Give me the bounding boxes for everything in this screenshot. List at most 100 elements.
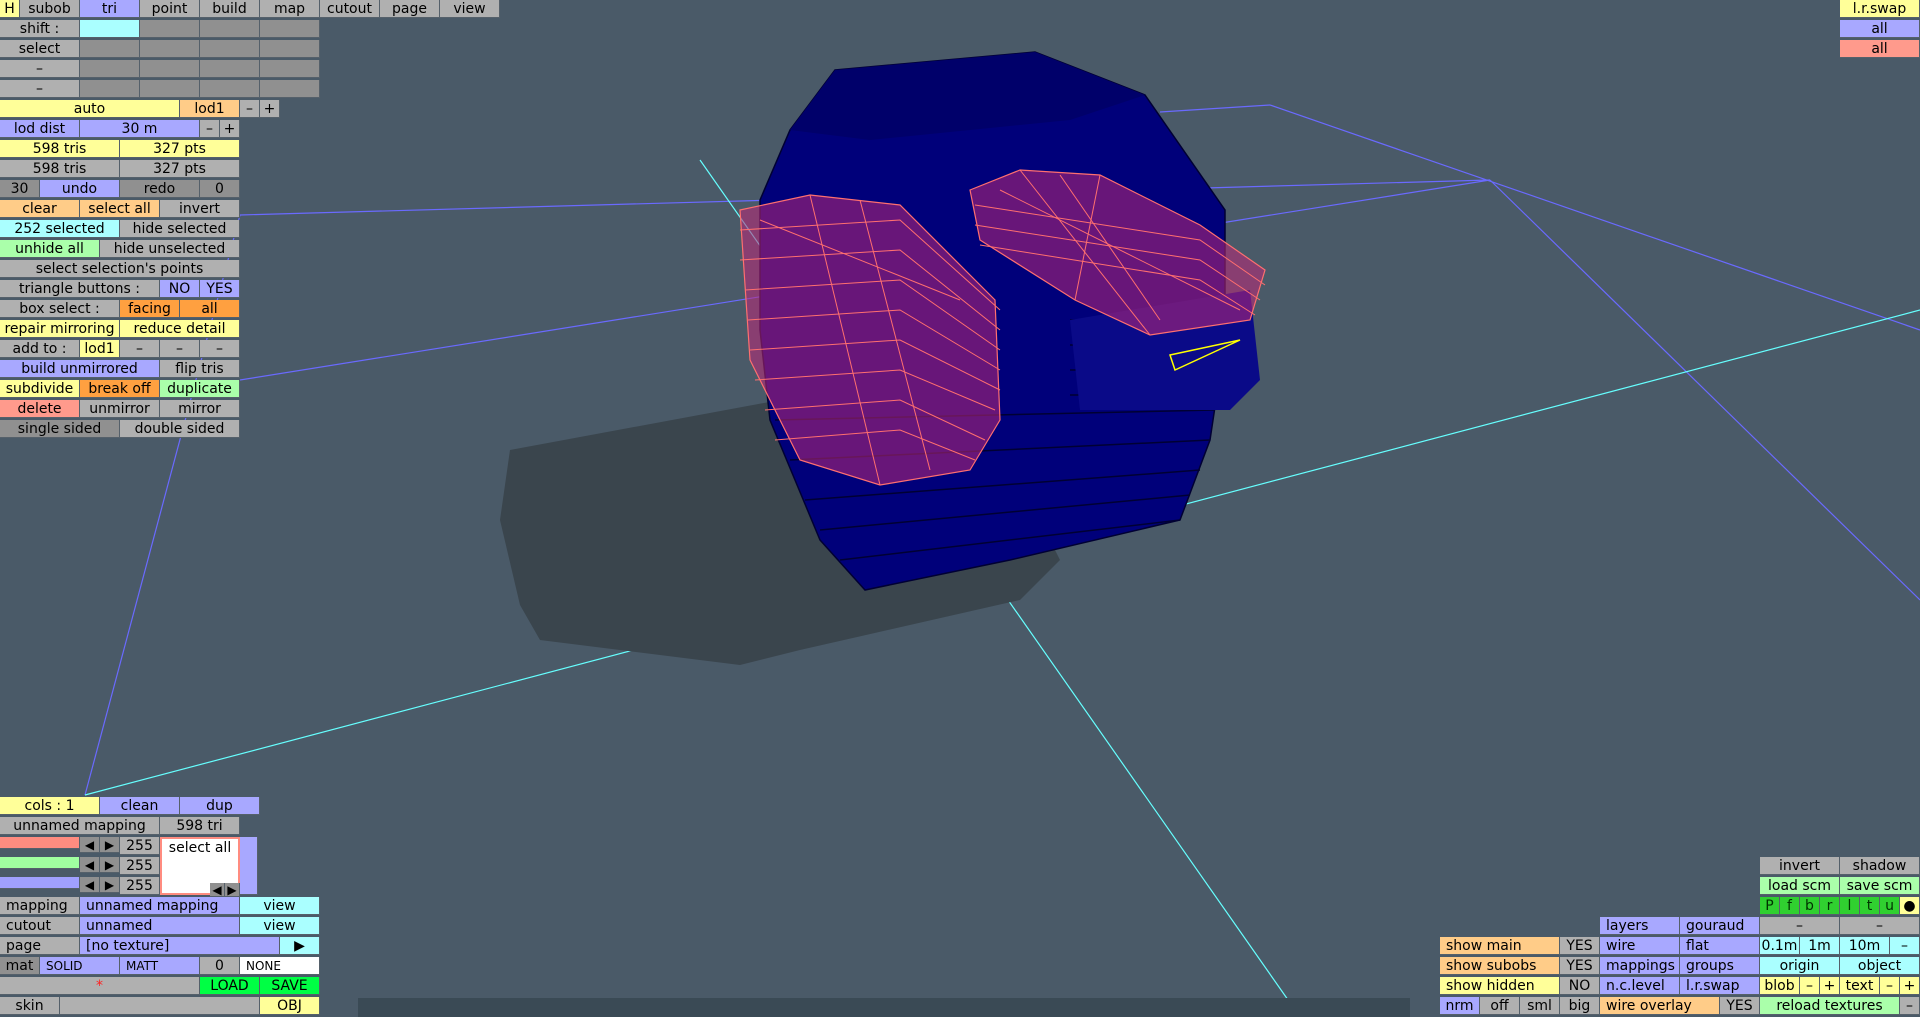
lr-swap-button[interactable]: l.r.swap — [1840, 0, 1920, 18]
color-list-select-all[interactable]: select all — [169, 840, 231, 856]
delete-button[interactable]: delete — [0, 400, 80, 418]
shift-slot-3[interactable] — [200, 20, 260, 38]
help-button[interactable]: H — [0, 0, 20, 18]
br-dash-1[interactable]: – — [1760, 917, 1840, 935]
groups-button[interactable]: groups — [1680, 957, 1760, 975]
break-off-button[interactable]: break off — [80, 380, 160, 398]
list-right-arrow[interactable]: ▶ — [225, 883, 240, 897]
solid-button[interactable]: SOLID — [40, 957, 120, 975]
all-button-red[interactable]: all — [1840, 40, 1920, 58]
object-button[interactable]: object — [1840, 957, 1920, 975]
cutout-value[interactable]: unnamed — [80, 917, 240, 935]
list-scrollbar[interactable] — [240, 837, 258, 895]
load-button[interactable]: LOAD — [200, 977, 260, 995]
reload-textures-button[interactable]: reload textures — [1760, 997, 1900, 1015]
view-t-button[interactable]: t — [1860, 897, 1880, 915]
lod-auto-button[interactable]: auto — [0, 100, 180, 118]
flip-tris-button[interactable]: flip tris — [160, 360, 240, 378]
add-to-slot-1[interactable]: – — [120, 340, 160, 358]
row1-slot-4[interactable] — [260, 60, 320, 78]
menu-page[interactable]: page — [380, 0, 440, 18]
triangle-buttons-no[interactable]: NO — [160, 280, 200, 298]
repair-mirroring-button[interactable]: repair mirroring — [0, 320, 120, 338]
text-minus[interactable]: – — [1880, 977, 1900, 995]
unhide-all-button[interactable]: unhide all — [0, 240, 100, 258]
select-all-button[interactable]: select all — [80, 200, 160, 218]
show-subobs-button[interactable]: show subobs — [1440, 957, 1560, 975]
triangle-buttons-yes[interactable]: YES — [200, 280, 240, 298]
matt-button[interactable]: MATT — [120, 957, 200, 975]
select-slot-3[interactable] — [200, 40, 260, 58]
menu-map[interactable]: map — [260, 0, 320, 18]
view-b-button[interactable]: b — [1800, 897, 1820, 915]
none-field[interactable]: NONE — [240, 957, 320, 975]
unmirror-button[interactable]: unmirror — [80, 400, 160, 418]
red-left-arrow[interactable]: ◀ — [80, 837, 100, 853]
wire-button[interactable]: wire — [1600, 937, 1680, 955]
off-button[interactable]: off — [1480, 997, 1520, 1015]
green-left-arrow[interactable]: ◀ — [80, 857, 100, 873]
shadow-button[interactable]: shadow — [1840, 857, 1920, 875]
view-l-button[interactable]: l — [1840, 897, 1860, 915]
red-right-arrow[interactable]: ▶ — [100, 837, 120, 853]
lod-minus-button[interactable]: – — [240, 100, 260, 118]
row1-slot-1[interactable] — [80, 60, 140, 78]
row-dash-2[interactable]: – — [0, 80, 80, 98]
select-points-button[interactable]: select selection's points — [0, 260, 240, 278]
add-to-slot-2[interactable]: – — [160, 340, 200, 358]
reload-dash[interactable]: – — [1900, 997, 1920, 1015]
hide-selected-button[interactable]: hide selected — [120, 220, 240, 238]
list-left-arrow[interactable]: ◀ — [210, 883, 225, 897]
show-subobs-yes[interactable]: YES — [1560, 957, 1600, 975]
br-dash-2[interactable]: – — [1840, 917, 1920, 935]
row1-slot-2[interactable] — [140, 60, 200, 78]
lod-plus-button[interactable]: + — [260, 100, 280, 118]
shift-slot-2[interactable] — [140, 20, 200, 38]
load-scm-button[interactable]: load scm — [1760, 877, 1840, 895]
blue-left-arrow[interactable]: ◀ — [80, 877, 100, 893]
text-button[interactable]: text — [1840, 977, 1880, 995]
flat-button[interactable]: flat — [1680, 937, 1760, 955]
nrm-button[interactable]: nrm — [1440, 997, 1480, 1015]
origin-button[interactable]: origin — [1760, 957, 1840, 975]
page-arrow-button[interactable]: ▶ — [280, 937, 320, 955]
gouraud-button[interactable]: gouraud — [1680, 917, 1760, 935]
br-invert-button[interactable]: invert — [1760, 857, 1840, 875]
cutout-view-button[interactable]: view — [240, 917, 320, 935]
lod-dist-plus[interactable]: + — [220, 120, 240, 138]
page-value[interactable]: [no texture] — [80, 937, 280, 955]
duplicate-button[interactable]: duplicate — [160, 380, 240, 398]
blob-minus[interactable]: – — [1800, 977, 1820, 995]
nc-level-button[interactable]: n.c.level — [1600, 977, 1680, 995]
select-slot-4[interactable] — [260, 40, 320, 58]
skin-field[interactable] — [60, 997, 260, 1015]
grid-0-1m[interactable]: 0.1m — [1760, 937, 1800, 955]
wire-overlay-button[interactable]: wire overlay — [1600, 997, 1720, 1015]
mappings-button[interactable]: mappings — [1600, 957, 1680, 975]
grid-dash[interactable]: – — [1890, 937, 1920, 955]
show-main-yes[interactable]: YES — [1560, 937, 1600, 955]
show-hidden-button[interactable]: show hidden — [1440, 977, 1560, 995]
sml-button[interactable]: sml — [1520, 997, 1560, 1015]
double-sided-button[interactable]: double sided — [120, 420, 240, 438]
lod1-button[interactable]: lod1 — [180, 100, 240, 118]
mat-zero-value[interactable]: 0 — [200, 957, 240, 975]
3d-viewport[interactable] — [0, 0, 1920, 1017]
obj-button[interactable]: OBJ — [260, 997, 320, 1015]
subdivide-button[interactable]: subdivide — [0, 380, 80, 398]
grid-1m[interactable]: 1m — [1800, 937, 1840, 955]
box-select-facing[interactable]: facing — [120, 300, 180, 318]
show-main-button[interactable]: show main — [1440, 937, 1560, 955]
view-r-button[interactable]: r — [1820, 897, 1840, 915]
all-button-blue[interactable]: all — [1840, 20, 1920, 38]
menu-build[interactable]: build — [200, 0, 260, 18]
green-slider[interactable] — [0, 857, 80, 869]
select-slot-2[interactable] — [140, 40, 200, 58]
blob-button[interactable]: blob — [1760, 977, 1800, 995]
row2-slot-3[interactable] — [200, 80, 260, 98]
row2-slot-1[interactable] — [80, 80, 140, 98]
box-select-all[interactable]: all — [180, 300, 240, 318]
blue-slider[interactable] — [0, 877, 80, 889]
redo-button[interactable]: redo — [120, 180, 200, 198]
dup-button[interactable]: dup — [180, 797, 260, 815]
